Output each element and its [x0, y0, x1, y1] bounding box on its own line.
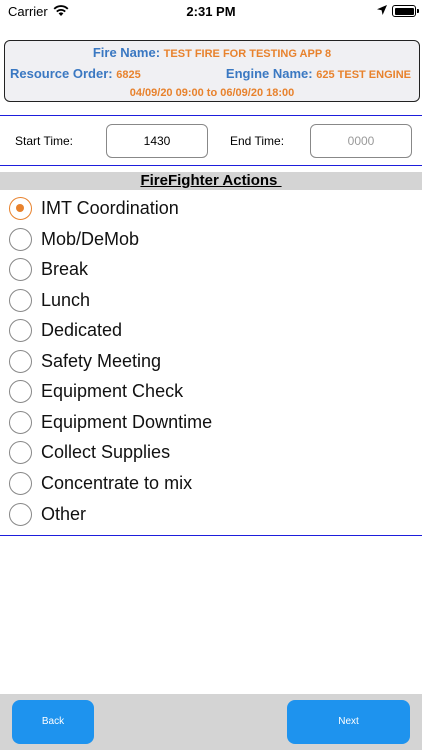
engine-name-value: 625 TEST ENGINE: [316, 69, 411, 81]
fire-info-panel: Fire Name: TEST FIRE FOR TESTING APP 8 R…: [4, 40, 420, 102]
start-time-label: Start Time:: [15, 134, 74, 148]
resource-order-value: 6825: [116, 69, 141, 81]
action-option-label: Concentrate to mix: [41, 472, 193, 493]
radio-unselected-icon[interactable]: [9, 410, 32, 434]
action-option-label: Mob/DeMob: [41, 228, 140, 249]
section-title: FireFighter Actions: [140, 172, 282, 189]
next-button[interactable]: Next: [287, 700, 410, 744]
action-option-label: IMT Coordination: [41, 198, 179, 218]
action-option-label: Lunch: [41, 289, 91, 310]
action-option[interactable]: Equipment Downtime: [9, 410, 409, 437]
action-option-label: Equipment Check: [41, 381, 184, 402]
radio-unselected-icon[interactable]: [9, 441, 32, 465]
end-time-input[interactable]: 0000: [310, 124, 412, 158]
action-option[interactable]: Collect Supplies: [9, 441, 409, 467]
status-time: 2:31 PM: [186, 4, 236, 19]
fire-name-row: Fire Name: TEST FIRE FOR TESTING APP 8: [5, 45, 419, 60]
radio-unselected-icon[interactable]: [9, 288, 32, 312]
radio-unselected-icon[interactable]: [9, 349, 32, 373]
action-option-label: Safety Meeting: [41, 350, 162, 371]
action-option[interactable]: IMT Coordination: [9, 197, 409, 223]
action-option[interactable]: Concentrate to mix: [9, 471, 409, 498]
action-option[interactable]: Other: [9, 502, 409, 529]
action-option-label: Other: [41, 503, 87, 524]
action-option-label: Dedicated: [41, 320, 123, 341]
action-option[interactable]: Mob/DeMob: [9, 227, 409, 254]
radio-unselected-icon[interactable]: [9, 380, 32, 404]
fire-name-label: Fire Name:: [92, 45, 161, 60]
end-time-label: End Time:: [230, 134, 285, 148]
action-option-label: Collect Supplies: [41, 442, 171, 463]
divider-middle: [0, 165, 422, 166]
action-option-label: Break: [41, 259, 89, 280]
action-option[interactable]: Equipment Check: [9, 380, 409, 406]
location-arrow-icon: [377, 5, 387, 15]
action-option[interactable]: Dedicated: [9, 319, 409, 345]
back-button[interactable]: Back: [12, 700, 94, 744]
resource-order-row: Resource Order: 6825: [10, 66, 141, 81]
radio-unselected-icon[interactable]: [9, 471, 32, 495]
divider-bottom: [0, 535, 422, 536]
fire-name-value: TEST FIRE FOR TESTING APP 8: [163, 48, 332, 60]
radio-unselected-icon[interactable]: [9, 258, 32, 282]
action-option[interactable]: Safety Meeting: [9, 349, 409, 376]
divider-top: [0, 115, 422, 116]
battery-icon: [392, 5, 419, 17]
radio-unselected-icon[interactable]: [9, 319, 32, 343]
section-header: FireFighter Actions: [0, 172, 422, 190]
radio-unselected-icon[interactable]: [9, 502, 32, 526]
radio-unselected-icon[interactable]: [9, 227, 32, 251]
engine-name-label: Engine Name:: [225, 66, 313, 81]
resource-order-label: Resource Order:: [10, 66, 113, 81]
radio-selected-icon[interactable]: [9, 197, 32, 220]
start-time-input[interactable]: 1430: [106, 124, 208, 158]
action-option[interactable]: Break: [9, 258, 409, 284]
action-option[interactable]: Lunch: [9, 288, 409, 315]
action-option-label: Equipment Downtime: [41, 411, 213, 432]
status-bar: Carrier 2:31 PM: [0, 0, 422, 24]
date-range: 04/09/20 09:00 to 06/09/20 18:00: [129, 87, 295, 99]
engine-name-row: Engine Name: 625 TEST ENGINE: [226, 66, 411, 81]
